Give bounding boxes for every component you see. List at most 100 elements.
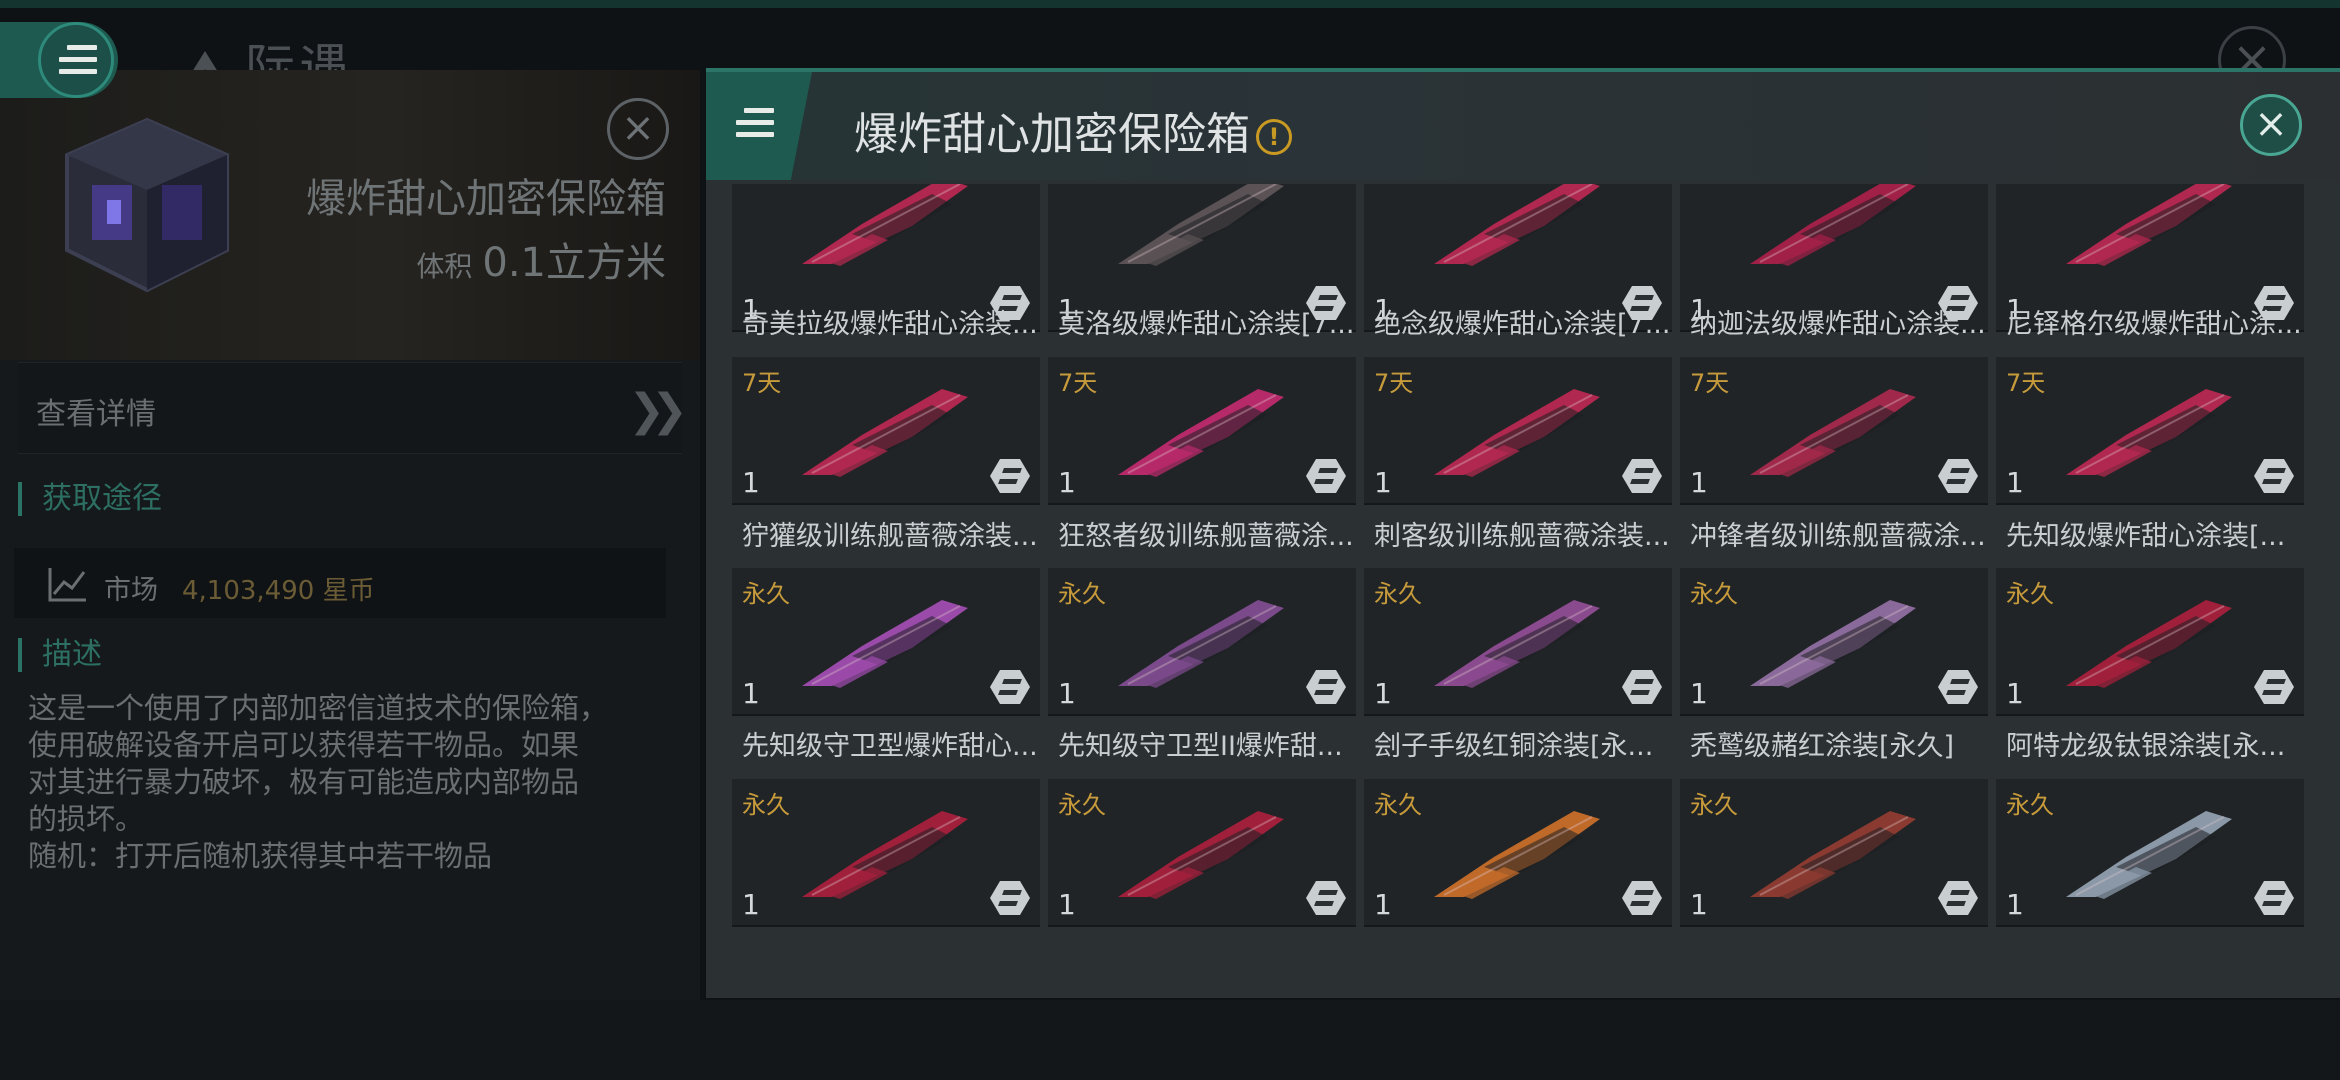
desc-line: 的损坏。 (28, 802, 145, 836)
quantity-label: 1 (1058, 888, 1076, 921)
reward-item-cell[interactable]: 永久 1 (1364, 568, 1672, 716)
bound-tag-icon (1306, 670, 1346, 704)
bound-tag-icon (1938, 881, 1978, 915)
reward-item-cell[interactable]: 7天 1 (1680, 357, 1988, 505)
duration-label: 7天 (1058, 369, 1098, 397)
reward-grid: 30天 1 30天 1 7天 1 7天 1 7天 1 奇美拉级爆炸甜心涂装... 莫洛级爆炸甜心涂装[… (732, 184, 2312, 992)
quantity-label: 1 (1058, 677, 1076, 710)
ship-skin-icon (802, 600, 968, 688)
ship-skin-icon (1750, 389, 1916, 477)
bound-tag-icon (990, 459, 1030, 493)
item-name-label: 纳迦法级爆炸甜心涂装... (1690, 309, 1986, 340)
reward-item-cell[interactable]: 永久 1 (732, 779, 1040, 927)
quantity-label: 1 (1374, 888, 1392, 921)
ship-skin-icon (1118, 184, 1284, 266)
ship-skin-icon (2066, 389, 2232, 477)
desc-line: 使用破解设备开启可以获得若干物品。如果 (28, 728, 580, 762)
bound-tag-icon (1938, 459, 1978, 493)
ship-skin-icon (802, 184, 968, 266)
section-desc-heading: 描述 (18, 638, 102, 672)
bottom-bar (0, 1000, 2340, 1080)
reward-item-cell[interactable]: 永久 1 (1996, 568, 2304, 716)
quantity-label: 1 (2006, 466, 2024, 499)
duration-label: 7天 (1690, 369, 1730, 397)
ship-skin-icon (2066, 184, 2232, 266)
window-title-text: 爆炸甜心加密保险箱 (854, 109, 1250, 160)
duration-label: 30天 (742, 184, 797, 187)
quantity-label: 1 (1690, 888, 1708, 921)
ship-skin-icon (2066, 811, 2232, 899)
duration-label: 7天 (1374, 184, 1413, 187)
reward-item-cell[interactable]: 永久 1 (732, 568, 1040, 716)
view-details-button[interactable]: 查看详情 ❯❯ (18, 362, 688, 454)
duration-label: 7天 (2006, 184, 2045, 187)
bound-tag-icon (1306, 459, 1346, 493)
item-name-label: 秃鹫级赭红涂装[永久] (1690, 731, 1955, 762)
bound-tag-icon (1938, 670, 1978, 704)
section-source-heading: 获取途径 (18, 482, 162, 516)
menu-ring (38, 22, 114, 98)
bound-tag-icon (1622, 670, 1662, 704)
item-name-label: 狞獾级训练舰蔷薇涂装... (742, 521, 1038, 552)
ship-skin-icon (1750, 600, 1916, 688)
item-volume: 体积 0.1立方米 (416, 230, 666, 288)
market-row[interactable]: 市场 4,103,490 星币 (14, 548, 666, 618)
duration-label: 永久 (1374, 580, 1422, 608)
quantity-label: 1 (1690, 677, 1708, 710)
ship-skin-icon (1118, 389, 1284, 477)
duration-label: 30天 (1058, 184, 1113, 187)
item-name-label: 刽子手级红铜涂装[永... (1374, 731, 1654, 762)
ship-skin-icon (1750, 811, 1916, 899)
quantity-label: 1 (2006, 888, 2024, 921)
reward-item-cell[interactable]: 7天 1 (1364, 357, 1672, 505)
reward-item-cell[interactable]: 7天 1 (1048, 357, 1356, 505)
duration-label: 7天 (2006, 369, 2046, 397)
ship-skin-icon (1118, 600, 1284, 688)
item-name-label: 先知级爆炸甜心涂装[... (2006, 521, 2286, 552)
top-strip (0, 0, 2340, 8)
reward-item-cell[interactable]: 永久 1 (1364, 779, 1672, 927)
detail-close-button[interactable]: × (607, 98, 669, 160)
item-name-label: 先知级守卫型II爆炸甜... (1058, 731, 1343, 762)
bound-tag-icon (2254, 670, 2294, 704)
window-menu-button[interactable] (706, 72, 812, 180)
item-hero: × 爆炸甜心加密保险箱 体积 0.1立方米 (0, 70, 700, 360)
contents-window: 爆炸甜心加密保险箱! × 30天 1 30天 1 7天 1 7天 1 7天 1 奇美拉级爆炸甜心涂装… (706, 68, 2340, 998)
ship-skin-icon (1434, 389, 1600, 477)
ship-skin-icon (2066, 600, 2232, 688)
reward-item-cell[interactable]: 7天 1 (1996, 357, 2304, 505)
info-warning-icon[interactable]: ! (1256, 119, 1292, 155)
item-description: 这是一个使用了内部加密信道技术的保险箱， 使用破解设备开启可以获得若干物品。如果… (28, 690, 668, 875)
bound-tag-icon (2254, 881, 2294, 915)
main-menu-button[interactable] (0, 22, 118, 98)
market-label: 市场 (104, 575, 158, 606)
double-chevron-right-icon: ❯❯ (628, 385, 688, 436)
quantity-label: 1 (742, 466, 760, 499)
item-name-label: 刺客级训练舰蔷薇涂装... (1374, 521, 1670, 552)
reward-item-cell[interactable]: 7天 1 (732, 357, 1040, 505)
duration-label: 永久 (1374, 791, 1422, 819)
item-name-label: 尼铎格尔级爆炸甜心涂... (2006, 309, 2302, 340)
reward-item-cell[interactable]: 永久 1 (1048, 568, 1356, 716)
reward-item-cell[interactable]: 永久 1 (1048, 779, 1356, 927)
reward-item-cell[interactable]: 永久 1 (1680, 779, 1988, 927)
reward-item-cell[interactable]: 永久 1 (1680, 568, 1988, 716)
menu-icon (736, 108, 774, 138)
quantity-label: 1 (1690, 466, 1708, 499)
duration-label: 永久 (742, 580, 790, 608)
ship-skin-icon (1434, 184, 1600, 266)
duration-label: 永久 (1690, 791, 1738, 819)
duration-label: 永久 (2006, 791, 2054, 819)
duration-label: 7天 (742, 369, 782, 397)
item-name-label: 莫洛级爆炸甜心涂装[7... (1058, 309, 1355, 340)
window-close-button[interactable]: × (2240, 94, 2302, 156)
window-title: 爆炸甜心加密保险箱! (854, 98, 1292, 162)
ship-skin-icon (802, 811, 968, 899)
volume-label: 体积 (416, 250, 473, 283)
safe-box-icon (65, 117, 229, 293)
bound-tag-icon (1622, 459, 1662, 493)
bound-tag-icon (1306, 881, 1346, 915)
reward-item-cell[interactable]: 永久 1 (1996, 779, 2304, 927)
ship-skin-icon (802, 389, 968, 477)
duration-label: 永久 (1058, 791, 1106, 819)
